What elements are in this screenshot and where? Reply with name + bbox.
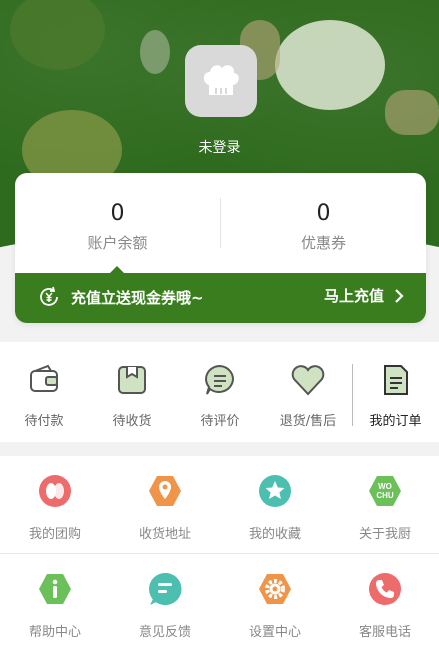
location-icon — [149, 476, 181, 506]
chevron-right-icon — [395, 288, 404, 303]
my-orders[interactable]: 我的订单 — [352, 342, 439, 442]
order-pending-payment[interactable]: 待付款 — [0, 342, 88, 442]
grid-item-favorites[interactable]: 我的收藏 — [220, 473, 330, 542]
info-icon — [39, 574, 71, 604]
grid-item-about[interactable]: WO CHU 关于我厨 — [330, 473, 439, 542]
svg-text:CHU: CHU — [376, 491, 394, 500]
settings-icon — [259, 574, 291, 604]
service-grid: 我的团购 收货地址 我的收藏 WO CHU 关于我厨 帮助中心 意见反馈 设置中… — [0, 456, 439, 652]
hand-decoration — [385, 90, 439, 135]
feedback-icon — [149, 572, 182, 605]
phone-icon — [369, 573, 401, 605]
wallet-icon — [30, 364, 58, 392]
grid-label: 我的团购 — [28, 527, 81, 542]
grid-label: 意见反馈 — [138, 625, 191, 640]
grid-label: 我的收藏 — [248, 527, 301, 542]
order-status-bar: 待付款 待收货 待评价 退货/售后 我的订单 — [0, 342, 439, 442]
order-label: 我的订单 — [369, 414, 422, 429]
food-plate-decoration — [275, 20, 385, 110]
account-balance[interactable]: 0 账户余额 — [15, 173, 220, 273]
grid-label: 收货地址 — [138, 527, 191, 542]
divider — [0, 553, 439, 554]
grid-label: 客服电话 — [358, 625, 411, 640]
food-plate-decoration — [10, 0, 105, 70]
order-returns[interactable]: 退货/售后 — [264, 342, 352, 442]
grid-item-group-buy[interactable]: 我的团购 — [0, 473, 110, 542]
grid-label: 关于我厨 — [358, 527, 411, 542]
grid-label: 帮助中心 — [28, 625, 81, 640]
comment-icon — [205, 364, 234, 395]
order-pending-review[interactable]: 待评价 — [176, 342, 264, 442]
promo-text: 充值立送现金券哦~ — [71, 288, 204, 307]
grid-item-address[interactable]: 收货地址 — [110, 473, 220, 542]
balance-card: 0 账户余额 0 优惠券 充值立送现金券哦~ 马上充值 — [15, 173, 426, 323]
box-icon — [118, 366, 146, 394]
chef-hat-icon — [203, 65, 239, 95]
coupon-value: 0 — [316, 201, 331, 226]
coupon-label: 优惠券 — [300, 234, 346, 252]
grid-label: 设置中心 — [248, 625, 301, 640]
svg-text:WO: WO — [378, 482, 392, 491]
heart-icon — [291, 365, 325, 396]
login-status[interactable]: 未登录 — [0, 137, 439, 157]
star-icon — [259, 475, 291, 507]
wochu-icon: WO CHU — [369, 476, 401, 506]
order-label: 待收货 — [112, 414, 152, 429]
account-balance-label: 账户余额 — [87, 234, 148, 252]
document-icon — [383, 365, 408, 395]
grid-item-settings[interactable]: 设置中心 — [220, 571, 330, 640]
order-pending-delivery[interactable]: 待收货 — [88, 342, 176, 442]
grid-item-feedback[interactable]: 意见反馈 — [110, 571, 220, 640]
avatar[interactable] — [185, 45, 257, 117]
spoon-decoration — [140, 30, 170, 74]
grid-item-customer-service[interactable]: 客服电话 — [330, 571, 439, 640]
account-balance-value: 0 — [110, 201, 125, 226]
banner-notch — [109, 266, 125, 274]
recharge-now-link[interactable]: 马上充值 — [324, 285, 384, 306]
order-label: 待评价 — [200, 414, 240, 429]
recharge-banner[interactable]: 充值立送现金券哦~ 马上充值 — [15, 266, 426, 323]
order-label: 退货/售后 — [279, 414, 337, 429]
grid-item-help[interactable]: 帮助中心 — [0, 571, 110, 640]
yen-refresh-icon — [40, 286, 58, 306]
group-buy-icon — [39, 475, 71, 507]
order-label: 待付款 — [24, 414, 64, 429]
coupons[interactable]: 0 优惠券 — [221, 173, 426, 273]
